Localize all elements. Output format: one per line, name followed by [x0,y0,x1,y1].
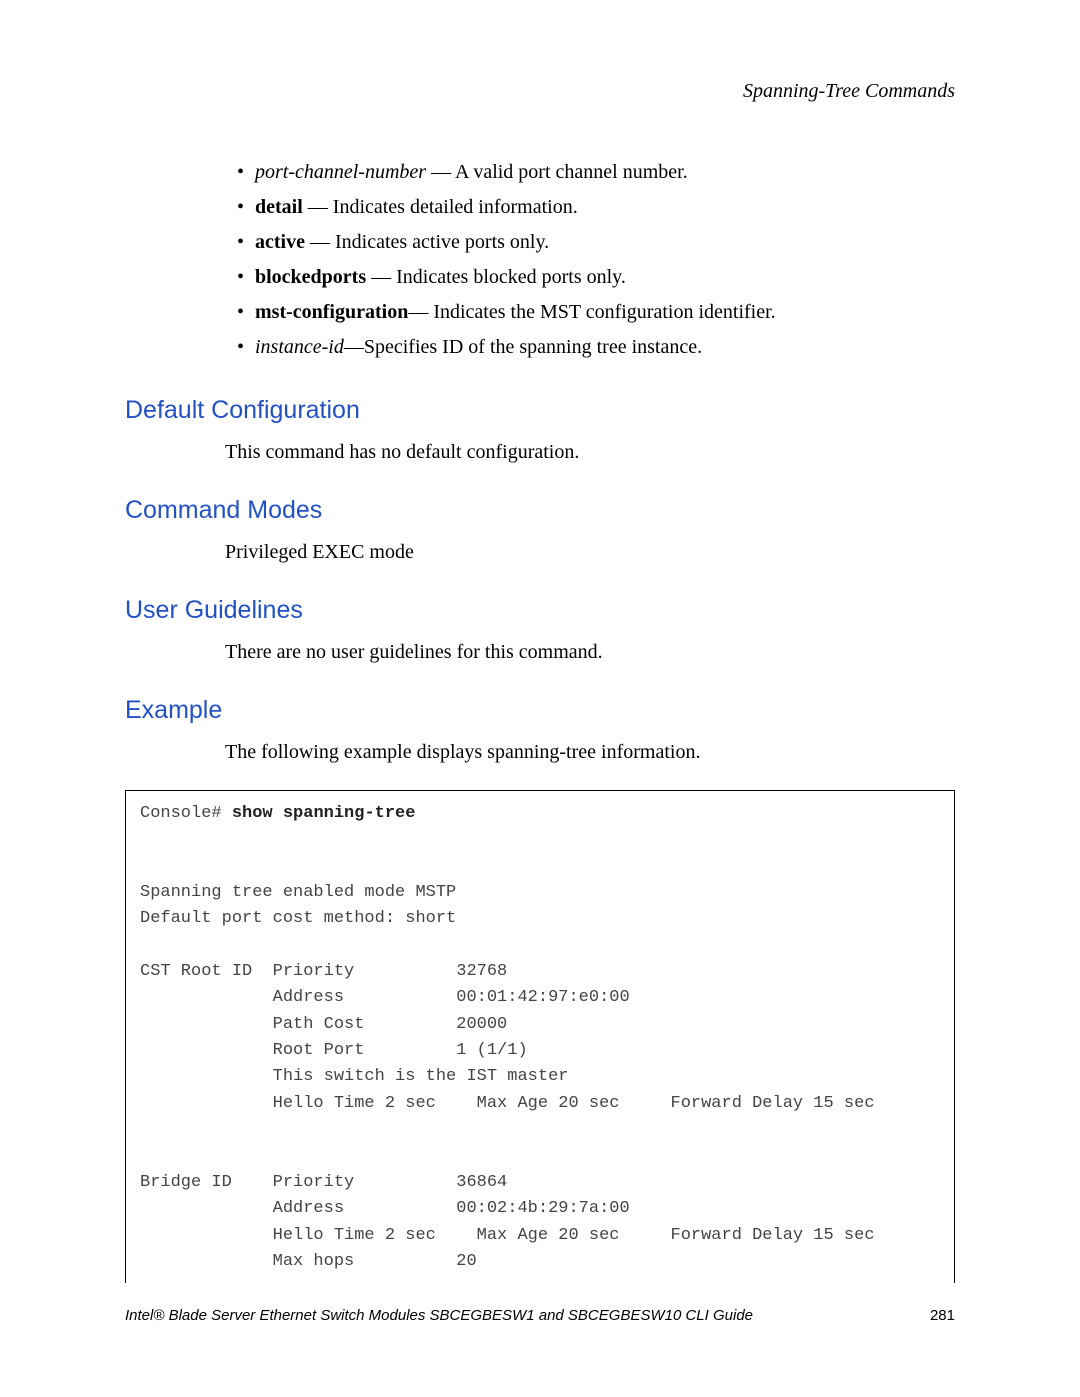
parameter-desc: —Specifies ID of the spanning tree insta… [344,336,702,358]
code-example-box: Console# show spanning-tree Spanning tre… [125,790,955,1283]
parameter-item: mst-configuration— Indicates the MST con… [125,298,955,326]
parameter-term: blockedports [255,266,366,288]
parameter-desc: — Indicates detailed information. [303,196,578,218]
page-number: 281 [930,1307,955,1324]
code-line: Max hops 20 [140,1252,477,1271]
parameter-desc: — Indicates the MST configuration identi… [408,301,775,323]
code-line: Spanning tree enabled mode MSTP [140,883,456,902]
code-line: Root Port 1 (1/1) [140,1041,528,1060]
parameter-term: instance-id [255,336,344,358]
console-command: show spanning-tree [232,804,416,823]
code-line: Bridge ID Priority 36864 [140,1173,507,1192]
code-line: CST Root ID Priority 32768 [140,962,507,981]
page-footer: Intel® Blade Server Ethernet Switch Modu… [125,1307,955,1324]
heading-default-configuration: Default Configuration [125,396,955,425]
code-line: Hello Time 2 sec Max Age 20 sec Forward … [140,1226,875,1245]
parameter-term: active [255,231,305,253]
parameter-item: port-channel-number — A valid port chann… [125,158,955,186]
parameter-term: mst-configuration [255,301,408,323]
body-user-guidelines: There are no user guidelines for this co… [125,639,955,666]
heading-example: Example [125,696,955,725]
body-command-modes: Privileged EXEC mode [125,539,955,566]
code-line: Address 00:01:42:97:e0:00 [140,988,630,1007]
parameter-desc: — Indicates active ports only. [305,231,549,253]
console-prompt: Console# [140,804,232,823]
body-example: The following example displays spanning-… [125,739,955,766]
heading-user-guidelines: User Guidelines [125,596,955,625]
parameter-item: active — Indicates active ports only. [125,228,955,256]
code-line: Default port cost method: short [140,909,456,928]
parameter-term: detail [255,196,303,218]
code-line: Address 00:02:4b:29:7a:00 [140,1199,630,1218]
footer-text: Intel® Blade Server Ethernet Switch Modu… [125,1307,753,1324]
parameter-item: detail — Indicates detailed information. [125,193,955,221]
code-line: Path Cost 20000 [140,1015,507,1034]
body-default-configuration: This command has no default configuratio… [125,439,955,466]
parameter-term: port-channel-number [255,161,426,183]
running-header: Spanning-Tree Commands [125,80,955,103]
parameter-desc: — Indicates blocked ports only. [366,266,626,288]
page-content: Spanning-Tree Commands port-channel-numb… [125,80,955,1283]
heading-command-modes: Command Modes [125,496,955,525]
parameter-item: blockedports — Indicates blocked ports o… [125,263,955,291]
parameter-list: port-channel-number — A valid port chann… [125,158,955,361]
parameter-desc: — A valid port channel number. [426,161,688,183]
code-line: Hello Time 2 sec Max Age 20 sec Forward … [140,1094,875,1113]
code-line: This switch is the IST master [140,1067,568,1086]
parameter-item: instance-id—Specifies ID of the spanning… [125,333,955,361]
